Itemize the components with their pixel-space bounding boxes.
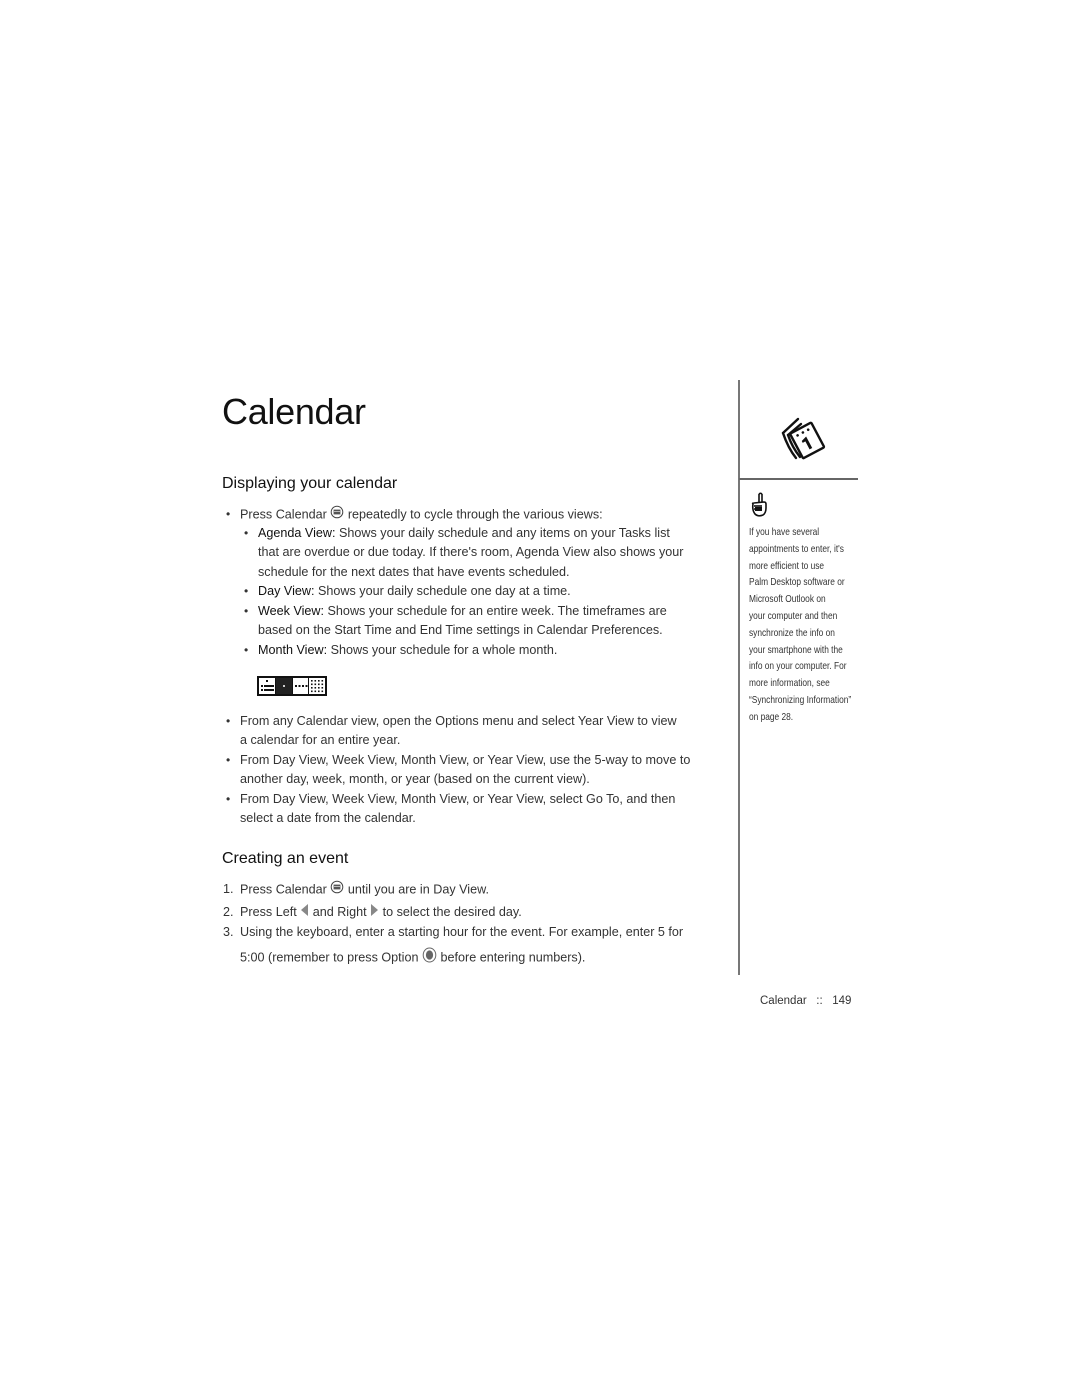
- tip-line: From any Calendar view, open the Options…: [240, 714, 677, 728]
- sidebar-vertical-rule: [738, 380, 740, 975]
- sidebar-horizontal-rule: [739, 478, 858, 480]
- footer-section: Calendar: [760, 995, 807, 1007]
- tip-line: another day, week, month, or year (based…: [240, 772, 590, 786]
- tip-line: info on your computer. For: [749, 661, 847, 673]
- view-term: Day View:: [258, 584, 315, 598]
- tip-line: From Day View, Week View, Month View, or…: [240, 753, 691, 767]
- tip-line: select a date from the calendar.: [240, 811, 416, 825]
- step-text: Press Left: [240, 905, 297, 919]
- bullet-marker: •: [244, 604, 249, 618]
- tip-line: more information, see: [749, 678, 830, 690]
- tip-line: your computer and then: [749, 610, 838, 622]
- bullet-marker: •: [226, 507, 231, 521]
- view-desc: Shows your schedule for a whole month.: [330, 643, 558, 657]
- view-desc: Shows your schedule for an entire week. …: [327, 604, 667, 618]
- right-arrow-icon: [370, 903, 379, 922]
- step-3-line-1: Using the keyboard, enter a starting hou…: [240, 925, 684, 939]
- tip-line: synchronize the info on: [749, 627, 835, 639]
- view-item-agenda: Agenda View: Shows your daily schedule a…: [258, 524, 670, 543]
- bullet-marker: •: [226, 792, 231, 806]
- option-key-icon: [422, 947, 437, 969]
- view-desc-line: that are overdue or due today. If there'…: [258, 545, 684, 559]
- left-arrow-icon: [300, 903, 309, 922]
- view-term: Week View:: [258, 604, 325, 618]
- pointing-hand-tip-icon: [749, 492, 769, 523]
- view-desc: Shows your daily schedule and any items …: [339, 526, 670, 540]
- step-2: Press Left and Right to select the desir…: [240, 903, 522, 922]
- section-heading-displaying: Displaying your calendar: [222, 475, 398, 492]
- step-text: and Right: [312, 905, 367, 919]
- footer-separator: ::: [816, 995, 823, 1007]
- view-selector-strip: [257, 676, 327, 696]
- week-view-icon: [292, 678, 310, 694]
- step-text: to select the desired day.: [382, 905, 522, 919]
- view-desc: Shows your daily schedule one day at a t…: [317, 584, 571, 598]
- view-desc-line: schedule for the next dates that have ev…: [258, 565, 570, 579]
- calendar-button-icon: [330, 505, 344, 525]
- month-view-icon: [309, 678, 325, 694]
- calendar-chapter-icon: [780, 413, 828, 468]
- tip-line: more efficient to use: [749, 560, 825, 572]
- tip-note: If you have several appointments to ente…: [749, 525, 861, 727]
- agenda-view-icon: [259, 678, 276, 694]
- view-term: Agenda View:: [258, 526, 336, 540]
- view-desc-line: based on the Start Time and End Time set…: [258, 623, 663, 637]
- view-term: Month View:: [258, 643, 328, 657]
- tip-line: on page 28.: [749, 711, 794, 723]
- section-heading-creating: Creating an event: [222, 850, 349, 867]
- step-3-line-2: 5:00 (remember to press Option before en…: [240, 947, 585, 969]
- page-number: 149: [832, 995, 852, 1007]
- intro-text-before: Press Calendar: [240, 507, 327, 522]
- tip-line: If you have several: [749, 527, 820, 538]
- step-number: 1.: [223, 882, 234, 896]
- calendar-button-icon: [330, 880, 344, 900]
- tip-line: From Day View, Week View, Month View, or…: [240, 792, 676, 806]
- step-text: 5:00 (remember to press Option: [240, 950, 419, 965]
- page-title: Calendar: [222, 391, 366, 432]
- tip-line: appointments to enter, it's: [749, 543, 844, 555]
- step-text: Press Calendar: [240, 882, 327, 897]
- bullet-marker: •: [244, 526, 249, 540]
- tip-line: “Synchronizing Information”: [749, 694, 852, 706]
- view-item-month: Month View: Shows your schedule for a wh…: [258, 641, 557, 660]
- step-text: until you are in Day View.: [347, 882, 489, 897]
- tip-line: a calendar for an entire year.: [240, 733, 401, 747]
- bullet-marker: •: [244, 643, 249, 657]
- tip-line: Microsoft Outlook on: [749, 594, 826, 606]
- step-number: 2.: [223, 905, 234, 919]
- view-item-day: Day View: Shows your daily schedule one …: [258, 582, 571, 601]
- day-view-icon: [275, 678, 293, 694]
- view-item-week: Week View: Shows your schedule for an en…: [258, 602, 667, 621]
- bullet-marker: •: [226, 714, 231, 728]
- step-text: before entering numbers).: [440, 950, 586, 965]
- bullet-marker: •: [244, 584, 249, 598]
- intro-line: Press Calendar repeatedly to cycle throu…: [240, 505, 603, 525]
- page-footer: Calendar :: 149: [760, 995, 851, 1007]
- step-number: 3.: [223, 925, 234, 939]
- bullet-marker: •: [226, 753, 231, 767]
- tip-line: Palm Desktop software or: [749, 577, 845, 589]
- step-1: Press Calendar until you are in Day View…: [240, 880, 489, 900]
- intro-text-after: repeatedly to cycle through the various …: [347, 507, 603, 522]
- tip-line: your smartphone with the: [749, 644, 843, 656]
